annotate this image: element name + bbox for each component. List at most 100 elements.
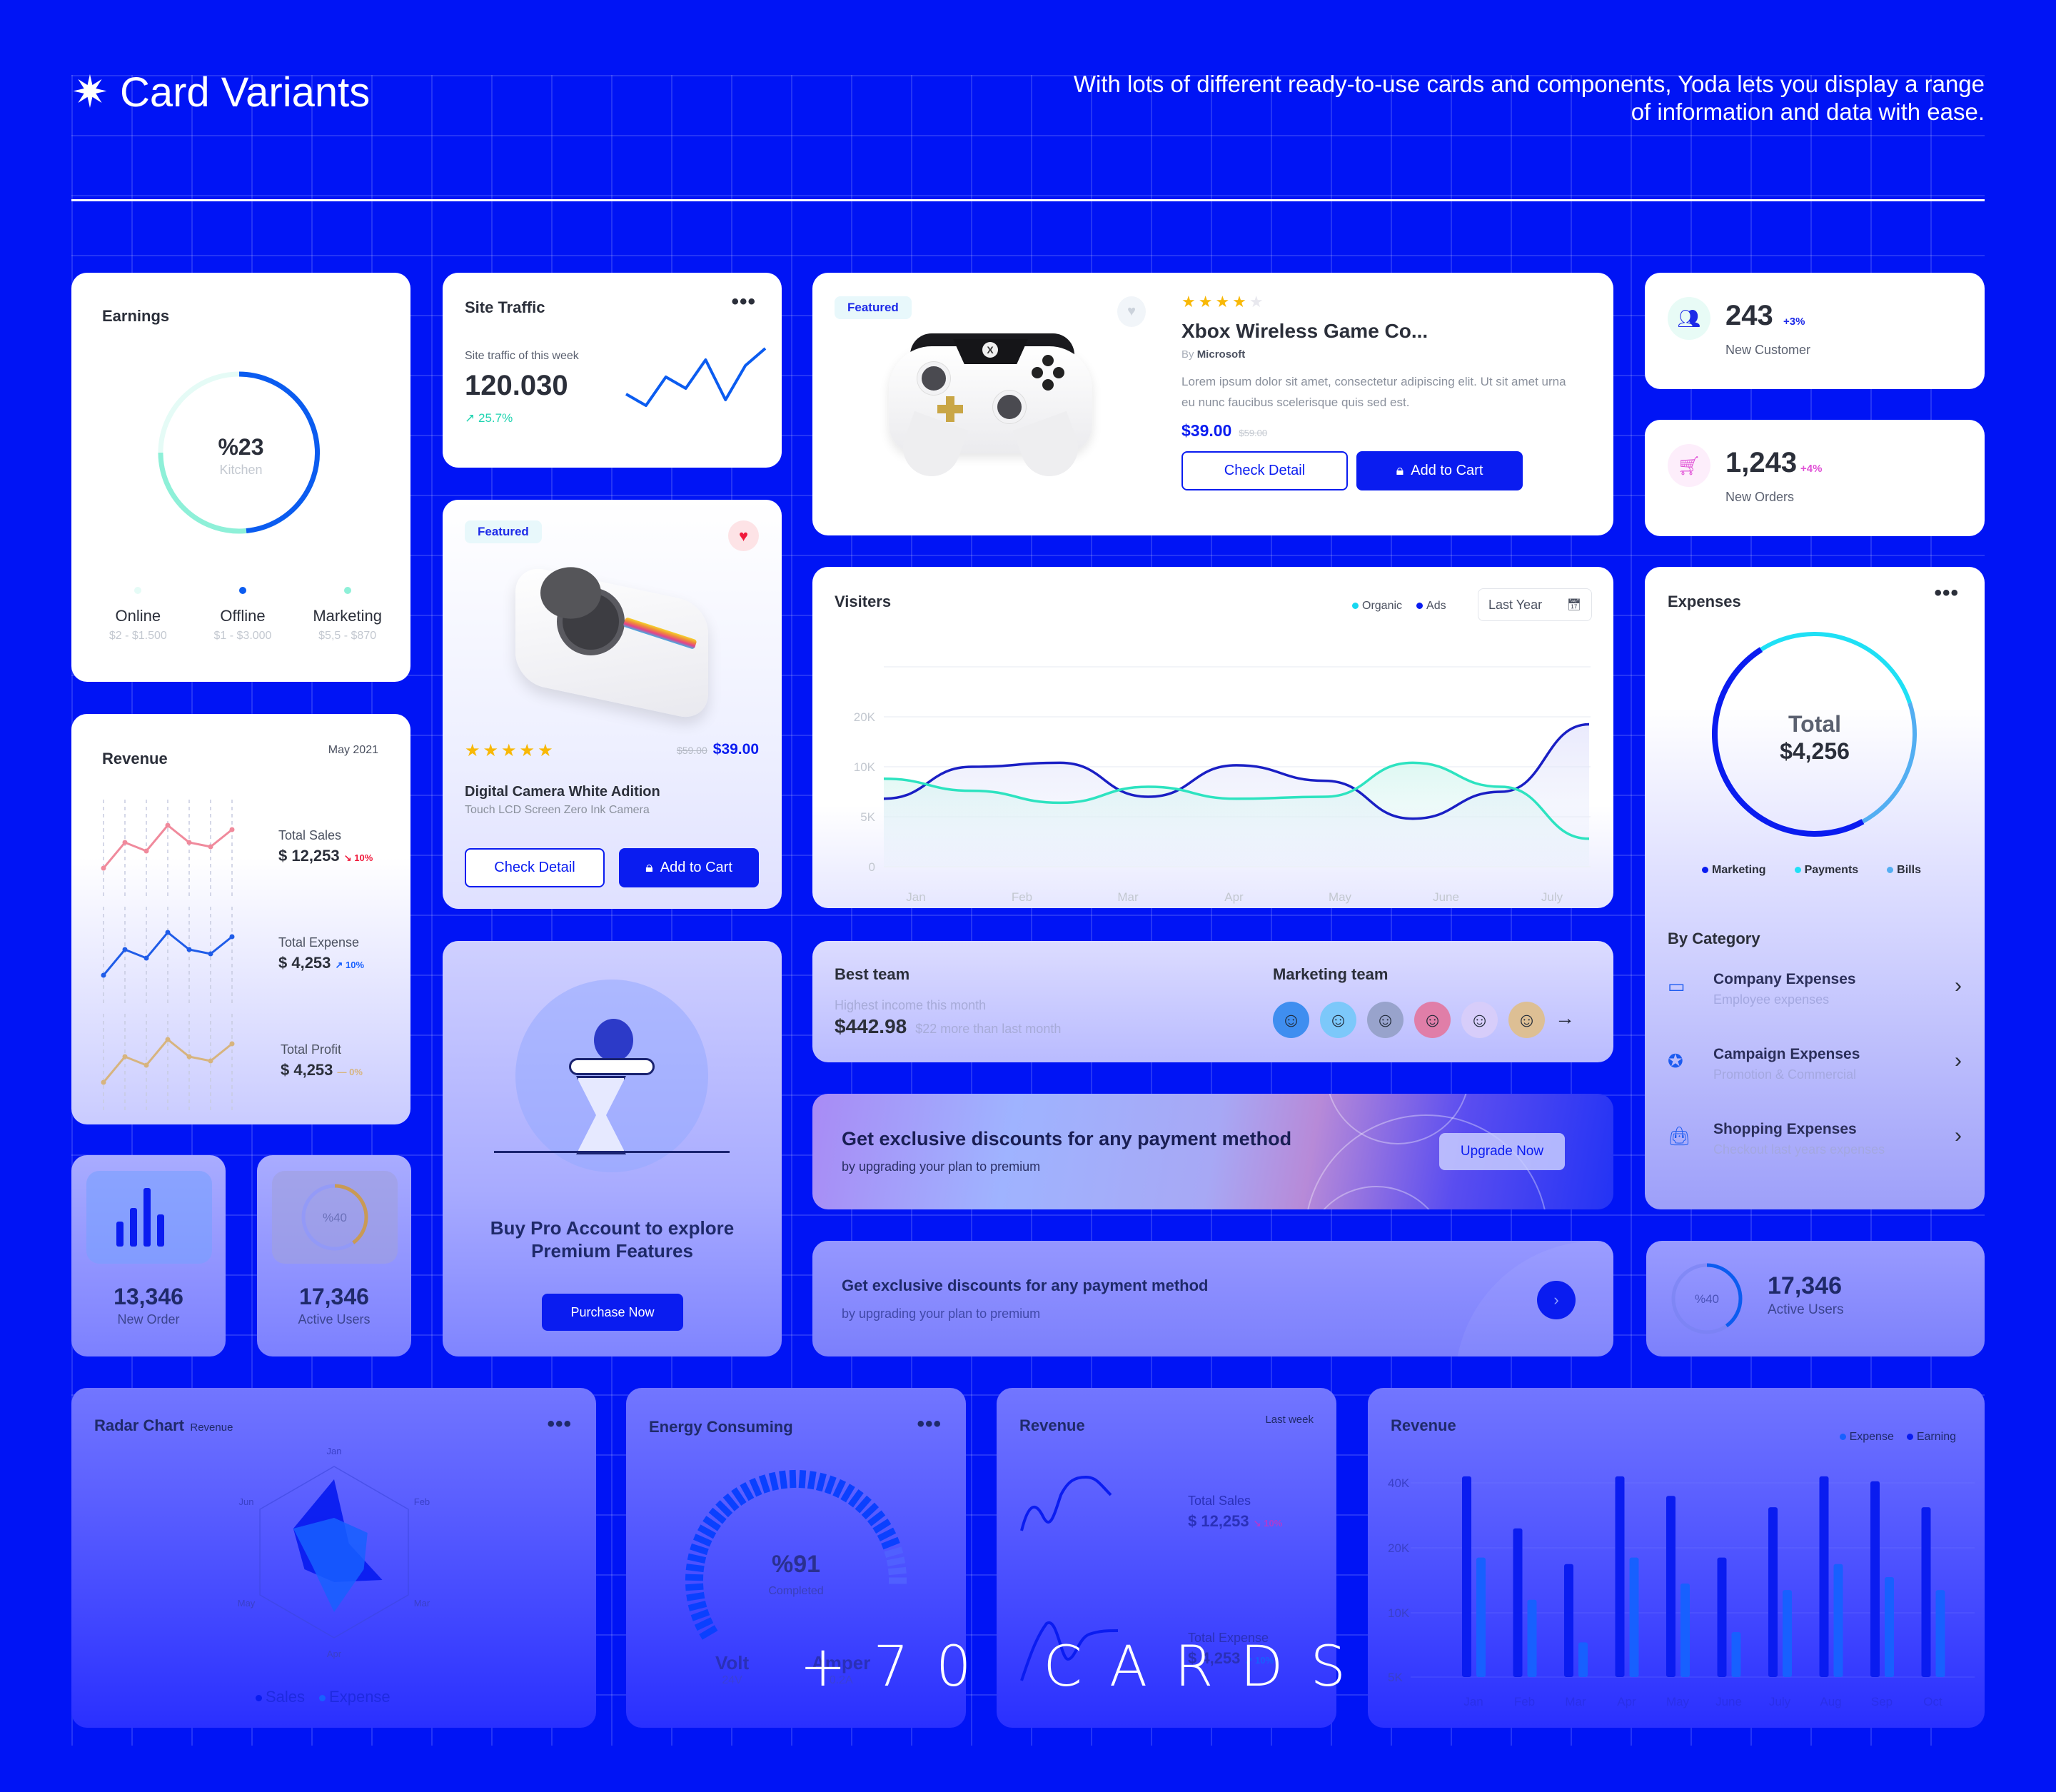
gauge-tick [697, 1524, 717, 1539]
gauge-tick [687, 1600, 707, 1611]
legend-offline: Offline $1 - $3.000 [193, 587, 293, 643]
category-title: Company Expenses [1713, 971, 1856, 987]
bar-expense [1935, 1590, 1945, 1677]
price-block: $59.00 $39.00 [677, 741, 759, 758]
y-tick-label: 20K [854, 710, 876, 724]
visiters-chart-card: Visiters Organic Ads Last Year 📅︎ 0 5K 10K… [812, 567, 1613, 908]
stat-label: New Customer [1725, 343, 1811, 357]
avatar[interactable]: ☺ [1508, 1002, 1545, 1038]
bar-expense [1476, 1557, 1486, 1677]
best-team-card: Best team Highest income this month $442… [812, 941, 1613, 1062]
gauge-tick [872, 1519, 892, 1534]
tile-label: Active Users [298, 1312, 371, 1327]
header-divider [71, 199, 1985, 201]
radar-axis-label: Jun [239, 1496, 254, 1507]
legend-online: Online $2 - $1.500 [88, 587, 188, 643]
orders-icon-wrap: 🛒︎ [1668, 444, 1710, 487]
row-label: Total Profit [281, 1042, 342, 1057]
earnings-label: Kitchen [219, 463, 263, 477]
gauge-tick [867, 1510, 886, 1526]
check-detail-button[interactable]: Check Detail [1181, 451, 1348, 490]
revenue-date: May 2021 [328, 744, 378, 756]
best-team-title: Best team [835, 965, 910, 983]
add-to-cart-button[interactable]: 🔒︎ Add to Cart [1356, 451, 1523, 490]
radar-axis-label: Mar [414, 1598, 430, 1609]
sales-label: Total Sales [1188, 1494, 1251, 1508]
gauge-tick [708, 1507, 727, 1524]
revenue-bar-chart: 5K 10K 20K 40K Jan Feb Mar Apr May June July Aug Sep… [1388, 1476, 1975, 1708]
sparkle-icon: ✷ [71, 67, 109, 117]
bar-earning [1717, 1557, 1727, 1677]
bar-expense [1833, 1564, 1843, 1677]
bag-icon: 🔒︎ [1396, 463, 1404, 478]
promo-title: Get exclusive discounts for any payment … [842, 1277, 1209, 1294]
bar-expense [1578, 1642, 1588, 1677]
featured-badge: Featured [835, 296, 912, 319]
bar-earning [1564, 1564, 1573, 1677]
add-to-cart-button[interactable]: 🔒︎ Add to Cart [619, 848, 759, 887]
gauge-tick [779, 1470, 788, 1489]
bar-earning [1666, 1496, 1675, 1677]
check-detail-button[interactable]: Check Detail [465, 848, 605, 887]
radar-axis-label: May [238, 1598, 256, 1609]
ring-wrap: %40 [272, 1171, 398, 1264]
period-label: Last week [1265, 1414, 1314, 1426]
expenses-card: Expenses ••• Total $4,256 Marketing Paym… [1645, 567, 1985, 1209]
favorite-button[interactable]: ♥ [728, 520, 759, 551]
progress-ring: %40 [301, 1184, 368, 1251]
next-button[interactable]: › [1537, 1281, 1576, 1319]
purchase-now-button[interactable]: Purchase Now [542, 1294, 683, 1331]
best-team-value: $442.98 $22 more than last month [835, 1015, 1062, 1037]
best-team-subtitle: Highest income this month [835, 998, 987, 1012]
camera-product-card: Featured ♥ ★★★★★ $59.00 $39.00 Digital C… [443, 500, 782, 909]
x-tick-label: Jan [906, 890, 925, 904]
arrow-right-icon[interactable]: → [1555, 1007, 1575, 1030]
avatar[interactable]: ☺ [1273, 1002, 1309, 1038]
legend-item: Marketing [1702, 864, 1766, 877]
row-value: $ 4,253 ↗ 10% [278, 954, 365, 972]
category-item[interactable]: 👜︎ Shopping Expenses Checkout last years… [1668, 1117, 1962, 1167]
category-item[interactable]: ▭ Company Expenses Employee expenses › [1668, 967, 1962, 1017]
avatar[interactable]: ☺ [1461, 1002, 1498, 1038]
bag-icon: 👜︎ [1668, 1125, 1692, 1147]
donut-center-value: $4,256 [1780, 738, 1850, 764]
price: $39.00 [1181, 421, 1232, 440]
gauge-label: Completed [768, 1585, 824, 1597]
y-tick-label: 10K [1388, 1606, 1410, 1620]
gauge-tick [861, 1502, 880, 1520]
gauge-tick [740, 1482, 755, 1501]
gauge-tick [840, 1484, 855, 1503]
chevron-right-icon: › [1955, 974, 1962, 997]
category-title: Shopping Expenses [1713, 1121, 1857, 1137]
earnings-value: %23 [218, 434, 264, 460]
bar-chart-icon-wrap [86, 1171, 212, 1264]
bar-chart-icon [116, 1188, 164, 1247]
x-tick-label: Feb [1514, 1695, 1535, 1708]
more-options-icon[interactable]: ••• [1934, 583, 1959, 604]
y-tick-label: 0 [869, 860, 875, 874]
bar-earning [1513, 1528, 1523, 1677]
wallet-icon: ▭ [1668, 975, 1685, 997]
upgrade-now-button[interactable]: Upgrade Now [1439, 1133, 1565, 1170]
avatar[interactable]: ☺ [1367, 1002, 1404, 1038]
energy-stat-volt: Volt 24V [715, 1652, 750, 1686]
heart-icon: ♥ [738, 526, 749, 545]
sales-sparkline [1020, 1475, 1112, 1531]
avatar[interactable]: ☺ [1414, 1002, 1451, 1038]
gauge-tick [715, 1500, 733, 1518]
gauge-tick [699, 1625, 718, 1640]
favorite-button[interactable]: ♥ [1117, 296, 1146, 327]
category-item[interactable]: ✪ Campaign Expenses Promotion & Commerci… [1668, 1042, 1962, 1092]
product-description: Touch LCD Screen Zero Ink Camera [465, 804, 650, 816]
featured-badge: Featured [465, 520, 542, 543]
decorative-circle [1455, 1241, 1613, 1356]
avatar[interactable]: ☺ [1320, 1002, 1356, 1038]
revenue-bar-chart-card: Revenue Expense Earning 5K 10K 20K 40K Jan Fe… [1368, 1388, 1985, 1728]
gauge-tick [798, 1470, 807, 1489]
y-tick-label: 40K [1388, 1476, 1410, 1490]
product-description: Lorem ipsum dolor sit amet, consectetur … [1181, 375, 1566, 409]
legend-item: Bills [1887, 864, 1921, 877]
more-options-icon[interactable]: ••• [731, 291, 756, 313]
stat-label: New Orders [1725, 490, 1795, 504]
rating-stars: ★★★★★ [1181, 293, 1266, 311]
